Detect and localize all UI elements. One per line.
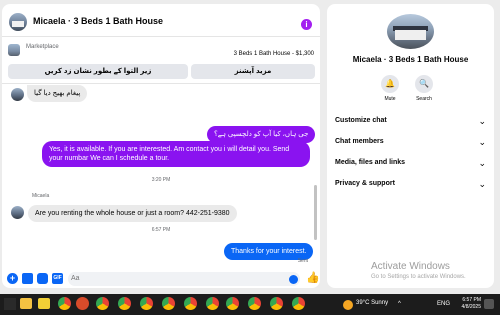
chrome-icon[interactable]: [162, 297, 175, 310]
gif-icon[interactable]: GIF: [52, 273, 63, 284]
language-indicator[interactable]: ENG: [437, 301, 450, 307]
message-incoming: Are you renting the whole house or just …: [28, 205, 237, 222]
chrome-icon[interactable]: [270, 297, 283, 310]
chrome-icon[interactable]: [206, 297, 219, 310]
taskbar: 39°C Sunny ^ ENG 6:57 PM 4/8/2025: [0, 294, 500, 315]
listing-label: Marketplace: [26, 44, 59, 50]
chevron-down-icon: ⌄: [478, 116, 486, 126]
message-outgoing: Yes, it is available. If you are interes…: [42, 141, 310, 167]
message-list: پیغام بھیج دیا گیا جی ہاں، کیا آپ کو دلچ…: [2, 85, 320, 266]
avatar: [11, 206, 24, 219]
chrome-icon[interactable]: [226, 297, 239, 310]
sun-icon[interactable]: [343, 300, 353, 310]
avatar: [11, 88, 24, 101]
chrome-icon[interactable]: [140, 297, 153, 310]
sender-name: Micaela: [32, 193, 50, 199]
date-text: 4/8/2025: [461, 304, 481, 310]
scrollbar[interactable]: [314, 185, 317, 240]
chat-panel: Micaela · 3 Beds 1 Bath House i Marketpl…: [2, 4, 320, 288]
image-icon[interactable]: [22, 273, 33, 284]
activation-watermark-title: Activate Windows: [371, 261, 450, 272]
row-label: Chat members: [335, 138, 384, 145]
chevron-down-icon: ⌄: [478, 179, 486, 189]
row-label: Media, files and links: [335, 159, 406, 166]
start-icon[interactable]: [4, 298, 16, 310]
customize-chat-row[interactable]: Customize chat ⌄: [335, 112, 488, 130]
clock[interactable]: 6:57 PM 4/8/2025: [455, 297, 481, 311]
sticky-notes-icon[interactable]: [38, 298, 50, 309]
avatar[interactable]: [387, 14, 434, 49]
marketplace-listing: Marketplace 3 Beds 1 Bath House - $1,300…: [2, 38, 320, 84]
chevron-up-icon[interactable]: ^: [398, 301, 401, 307]
chrome-icon[interactable]: [58, 297, 71, 310]
thumbs-up-icon[interactable]: 👍: [306, 272, 320, 285]
weather-text[interactable]: 39°C Sunny: [356, 300, 388, 306]
app-icon[interactable]: [76, 297, 89, 310]
sticker-icon[interactable]: [37, 273, 48, 284]
timestamp: 3:20 PM: [151, 177, 171, 183]
notification-icon[interactable]: [484, 299, 494, 309]
chat-title[interactable]: Micaela · 3 Beds 1 Bath House: [33, 16, 163, 26]
sent-status: Sent: [297, 258, 308, 264]
composer: + GIF 👍: [2, 270, 320, 288]
listing-thumbnail[interactable]: [8, 44, 20, 56]
house-body: [395, 30, 426, 40]
conversation-name: Micaela · 3 Beds 1 Bath House: [352, 55, 469, 64]
chat-header: Micaela · 3 Beds 1 Bath House i: [2, 4, 320, 37]
timestamp: 6:57 PM: [151, 227, 171, 233]
chrome-icon[interactable]: [96, 297, 109, 310]
message-input[interactable]: [68, 272, 300, 286]
search-icon[interactable]: 🔍: [415, 75, 433, 93]
chevron-down-icon: ⌄: [478, 158, 486, 168]
chrome-icon[interactable]: [118, 297, 131, 310]
listing-detail[interactable]: 3 Beds 1 Bath House - $1,300: [234, 51, 314, 57]
chevron-down-icon: ⌄: [478, 137, 486, 147]
chrome-icon[interactable]: [248, 297, 261, 310]
avatar[interactable]: [9, 13, 27, 31]
chat-members-row[interactable]: Chat members ⌄: [335, 133, 488, 151]
bell-icon[interactable]: 🔔: [381, 75, 399, 93]
media-files-links-row[interactable]: Media, files and links ⌄: [335, 154, 488, 172]
message-incoming: پیغام بھیج دیا گیا: [27, 85, 88, 102]
search-label: Search: [416, 96, 432, 102]
plus-icon[interactable]: +: [7, 273, 18, 284]
emoji-icon[interactable]: [289, 275, 298, 284]
more-options-button[interactable]: مزید آپشنز: [191, 64, 315, 79]
row-label: Privacy & support: [335, 180, 395, 187]
activation-watermark-subtitle: Go to Settings to activate Windows.: [371, 274, 466, 280]
info-icon[interactable]: i: [301, 19, 312, 30]
chrome-icon[interactable]: [184, 297, 197, 310]
file-explorer-icon[interactable]: [20, 298, 32, 309]
chrome-icon[interactable]: [292, 297, 305, 310]
privacy-support-row[interactable]: Privacy & support ⌄: [335, 175, 488, 193]
mark-pending-button[interactable]: زیر التوا کے بطور نشان زد کریں: [8, 64, 188, 79]
row-label: Customize chat: [335, 117, 387, 124]
time-text: 6:57 PM: [462, 297, 481, 303]
conversation-info-panel: Micaela · 3 Beds 1 Bath House 🔔 🔍 Mute S…: [327, 4, 494, 288]
